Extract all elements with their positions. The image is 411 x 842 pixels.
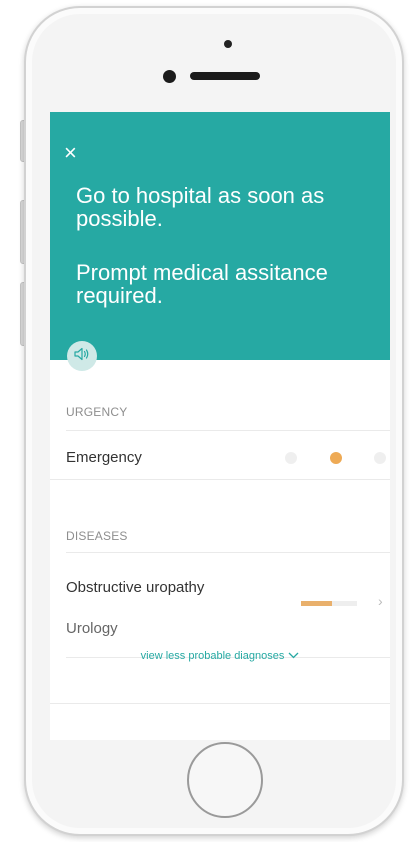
urgency-section-label: URGENCY <box>66 405 128 419</box>
divider <box>66 552 390 553</box>
audio-button[interactable] <box>67 341 97 371</box>
disease-name: Obstructive uropathy <box>66 579 205 596</box>
divider <box>50 703 390 704</box>
view-less-probable-link[interactable]: view less probable diagnoses <box>50 650 390 662</box>
urgency-dot <box>285 452 297 464</box>
front-camera <box>163 70 176 83</box>
close-icon[interactable]: × <box>64 142 77 164</box>
urgency-dot <box>374 452 386 464</box>
divider <box>50 479 390 480</box>
urgency-dot <box>330 452 342 464</box>
speaker-icon <box>74 347 90 366</box>
divider <box>66 430 390 431</box>
chevron-down-icon <box>288 650 299 662</box>
probability-fill <box>301 601 332 606</box>
app-screen: × Go to hospital as soon as possible. Pr… <box>50 112 390 740</box>
diseases-section-label: DISEASES <box>66 529 128 543</box>
more-link-label: view less probable diagnoses <box>140 650 285 662</box>
earpiece-speaker <box>190 72 260 80</box>
probability-bar <box>301 601 357 606</box>
disease-category: Urology <box>66 620 118 637</box>
advice-submessage: Prompt medical assitance required. <box>76 260 328 308</box>
result-header: × Go to hospital as soon as possible. Pr… <box>50 112 390 360</box>
proximity-sensor <box>224 40 232 48</box>
advice-message: Go to hospital as soon as possible. <box>76 183 325 231</box>
home-button[interactable] <box>187 742 263 818</box>
chevron-right-icon: › <box>378 593 383 609</box>
urgency-level: Emergency <box>66 449 142 466</box>
